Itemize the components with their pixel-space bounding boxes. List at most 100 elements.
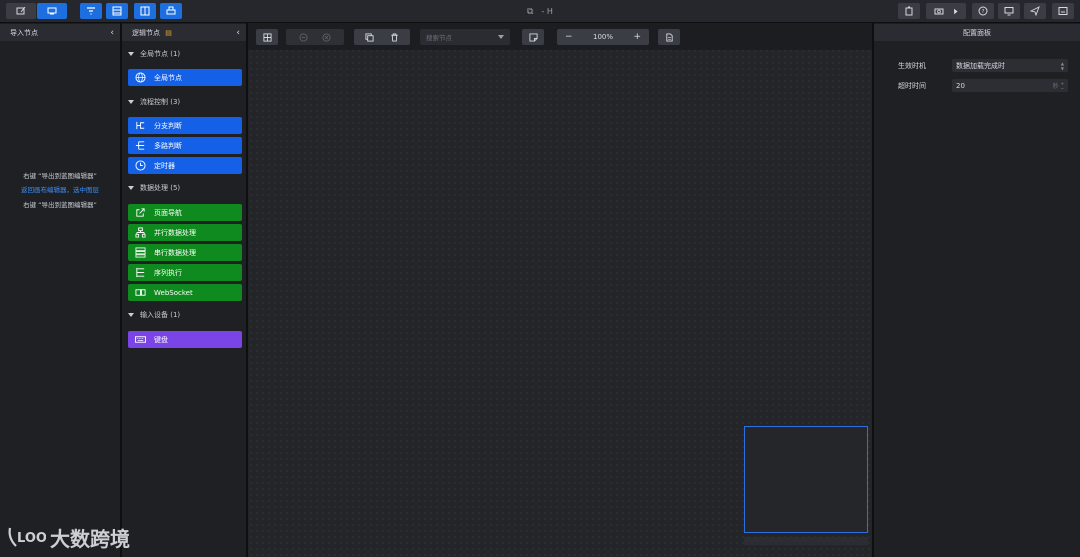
- preview-button[interactable]: [998, 3, 1020, 19]
- node-serial-processing[interactable]: 串行数据处理: [128, 244, 242, 261]
- collapse-icon[interactable]: ‹: [236, 28, 240, 38]
- logic-panel-title: 逻辑节点 ▤: [132, 28, 172, 38]
- group-title: 数据处理 (5): [140, 184, 181, 192]
- svg-text:LOO: LOO: [17, 531, 46, 546]
- note-icon: [528, 32, 538, 42]
- grid-icon: [262, 32, 272, 42]
- node-global[interactable]: 全局节点: [128, 69, 242, 86]
- group-title: 输入设备 (1): [140, 311, 181, 319]
- node-label: 序列执行: [154, 268, 182, 277]
- copy-delete-group: [354, 29, 410, 45]
- group-input-devices[interactable]: 输入设备 (1): [126, 308, 180, 322]
- node-label: 串行数据处理: [154, 248, 196, 257]
- window-icon: ⧉: [527, 6, 534, 17]
- columns-icon: [140, 6, 150, 16]
- collapse-icon[interactable]: ‹: [110, 28, 114, 38]
- note-button[interactable]: [522, 29, 544, 45]
- document-button[interactable]: [658, 29, 680, 45]
- zoom-in-button[interactable]: +: [633, 32, 641, 42]
- save-icon: [1058, 7, 1068, 15]
- send-button[interactable]: [1024, 3, 1046, 19]
- caret-down-icon: [128, 100, 134, 104]
- node-label: 定时器: [154, 161, 175, 170]
- config-row-trigger: 生效时机 数据加载完成时 ▲ ▼: [898, 59, 1068, 72]
- socket-icon: [134, 287, 146, 299]
- node-keyboard[interactable]: 键盘: [128, 331, 242, 348]
- minimap[interactable]: [744, 426, 868, 533]
- document-title-text: - H: [541, 7, 553, 16]
- list-icon: [134, 247, 146, 259]
- blueprint-icon: [47, 7, 57, 15]
- node-timer[interactable]: 定时器: [128, 157, 242, 174]
- copy-icon[interactable]: [365, 32, 374, 42]
- node-branch[interactable]: 分支判断: [128, 117, 242, 134]
- globe-icon: [134, 72, 146, 84]
- brand-logo-icon: LOO: [8, 527, 46, 547]
- select-arrows-icon: ▲ ▼: [1060, 60, 1064, 71]
- minimap-scrollbar[interactable]: [744, 537, 868, 545]
- node-label: WebSocket: [154, 288, 193, 297]
- external-link-icon: [134, 207, 146, 219]
- node-multi-branch[interactable]: 多路判断: [128, 137, 242, 154]
- node-parallel-processing[interactable]: 并行数据处理: [128, 224, 242, 241]
- undo-redo-group: [286, 29, 344, 45]
- caret-down-icon: [128, 52, 134, 56]
- help-icon: ?: [978, 6, 988, 16]
- logic-panel-header: 逻辑节点 ▤ ‹: [122, 24, 246, 41]
- sequence-icon: [134, 267, 146, 279]
- group-title: 流程控制 (3): [140, 98, 181, 106]
- printer-icon: [166, 6, 176, 15]
- stepper-icon[interactable]: + −: [1061, 79, 1064, 92]
- watermark-text: 大数跨境: [50, 526, 130, 551]
- node-sequence[interactable]: 序列执行: [128, 264, 242, 281]
- timeout-value: 20: [956, 81, 965, 90]
- layers-icon: [112, 6, 122, 16]
- edit-icon: [16, 6, 26, 15]
- node-label: 分支判断: [154, 121, 182, 130]
- config-label: 超时时间: [898, 81, 926, 90]
- group-flow-control[interactable]: 流程控制 (3): [126, 95, 180, 109]
- config-panel: 配置面板 生效时机 数据加载完成时 ▲ ▼ 超时时间 20 秒 + −: [874, 24, 1080, 557]
- publish-button[interactable]: [898, 3, 920, 19]
- caret-right-icon: [953, 8, 958, 14]
- panel-split-button[interactable]: [134, 3, 156, 19]
- blueprint-mode-button[interactable]: [37, 3, 67, 19]
- config-panel-header: 配置面板: [874, 24, 1080, 41]
- caret-down-icon: [128, 313, 134, 317]
- zoom-control: − 100% +: [557, 29, 649, 45]
- print-button[interactable]: [160, 3, 182, 19]
- multi-branch-icon: [134, 140, 146, 152]
- edit-mode-button[interactable]: [6, 3, 36, 19]
- document-icon: ▤: [165, 28, 172, 37]
- import-hint-link[interactable]: 返回画布编辑器，选中图层: [0, 184, 120, 194]
- trigger-select-value: 数据加载完成时: [956, 61, 1005, 70]
- timeout-input[interactable]: 20 秒 + −: [952, 79, 1068, 92]
- undo-icon[interactable]: [299, 32, 308, 42]
- node-page-navigation[interactable]: 页面导航: [128, 204, 242, 221]
- component-panel-button[interactable]: [106, 3, 128, 19]
- group-title: 全局节点 (1): [140, 50, 181, 58]
- svg-text:?: ?: [982, 9, 985, 15]
- zoom-out-button[interactable]: −: [565, 32, 573, 42]
- trash-icon[interactable]: [390, 32, 399, 42]
- redo-icon[interactable]: [322, 32, 331, 42]
- group-global[interactable]: 全局节点 (1): [126, 47, 180, 61]
- group-data-processing[interactable]: 数据处理 (5): [126, 181, 180, 195]
- logic-panel-title-text: 逻辑节点: [132, 28, 160, 37]
- watermark: LOO 大数跨境: [6, 522, 130, 552]
- blueprint-canvas[interactable]: 搜索节点 − 100% +: [248, 24, 872, 557]
- snapshot-button[interactable]: [926, 3, 966, 19]
- search-node-select[interactable]: 搜索节点: [420, 29, 510, 45]
- keyboard-icon: [134, 334, 146, 346]
- layout-toggle-button[interactable]: [80, 3, 102, 19]
- trigger-select[interactable]: 数据加载完成时 ▲ ▼: [952, 59, 1068, 72]
- help-button[interactable]: ?: [972, 3, 994, 19]
- grid-toggle-button[interactable]: [256, 29, 278, 45]
- save-button[interactable]: [1052, 3, 1074, 19]
- clock-icon: [134, 160, 146, 172]
- import-hint-1: 右键 “导出到蓝图编辑器”: [23, 172, 97, 180]
- node-label: 页面导航: [154, 208, 182, 217]
- config-panel-title: 配置面板: [963, 28, 991, 37]
- search-node-placeholder: 搜索节点: [426, 34, 452, 42]
- node-websocket[interactable]: WebSocket: [128, 284, 242, 301]
